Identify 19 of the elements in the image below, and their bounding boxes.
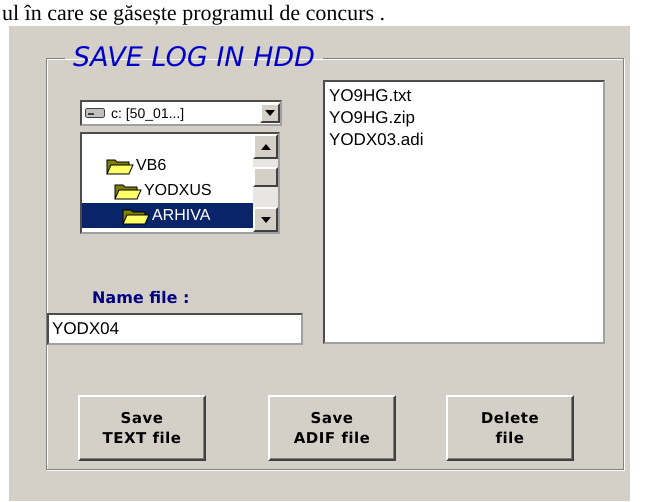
file-item[interactable]: YO9HG.zip <box>329 107 415 129</box>
scroll-thumb[interactable] <box>253 167 278 187</box>
drive-icon <box>85 107 105 119</box>
folder-item[interactable]: ARHIVA <box>82 203 253 228</box>
name-file-field[interactable]: YODX04 <box>47 313 303 345</box>
name-file-label: Name file : <box>92 288 190 307</box>
action-button[interactable]: Delete file <box>446 395 574 461</box>
scroll-up-icon[interactable] <box>253 134 278 159</box>
drive-value: c: [50_01...] <box>110 105 186 121</box>
file-item[interactable]: YO9HG.txt <box>329 85 412 107</box>
scroll-down-icon[interactable] <box>253 207 278 232</box>
group-title: SAVE LOG IN HDD <box>72 44 316 72</box>
file-item[interactable]: YODX03.adi <box>329 129 424 151</box>
document-text: ul în care se găsește programul de concurs . <box>1 0 386 25</box>
action-button[interactable]: Save ADIF file <box>268 395 396 461</box>
folder-item[interactable]: YODXUS <box>82 178 253 203</box>
folder-item[interactable]: VB6 <box>82 153 253 178</box>
drive-dropdown[interactable]: c: [50_01...] <box>80 100 282 126</box>
action-button[interactable]: Save TEXT file <box>78 395 206 461</box>
